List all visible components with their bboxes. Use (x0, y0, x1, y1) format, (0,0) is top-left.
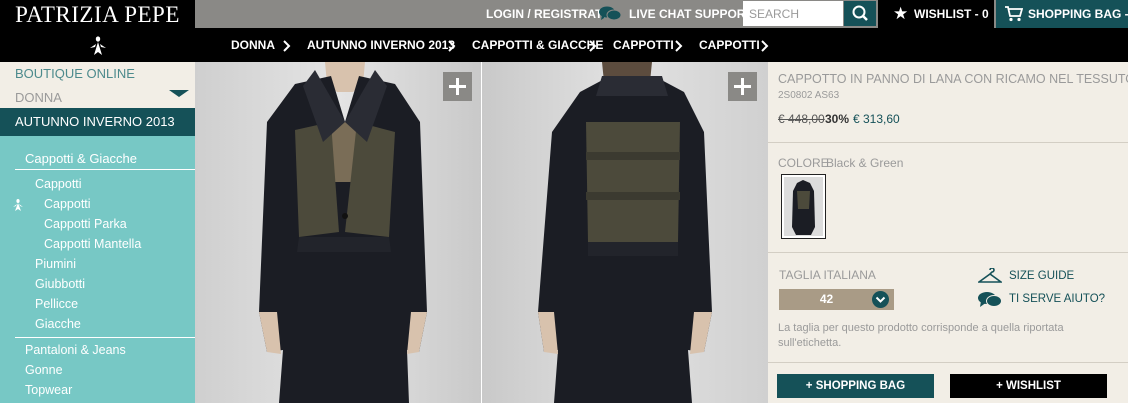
sidebar-item-cappotti-giacche[interactable]: Cappotti & Giacche (25, 151, 137, 166)
color-value: Black & Green (826, 156, 904, 170)
sidebar-subitem-cappotti-parka[interactable]: Cappotti Parka (44, 217, 127, 231)
chat-bubbles-icon (599, 6, 621, 21)
logo[interactable]: PATRIZIA PEPE (0, 0, 195, 62)
size-note: La taglia per questo prodotto corrispond… (778, 322, 1064, 349)
divider (768, 252, 1128, 253)
sidebar-item-pantaloni-jeans[interactable]: Pantaloni & Jeans (25, 343, 126, 357)
sidebar-subitem-cappotti-mantella[interactable]: Cappotti Mantella (44, 237, 141, 251)
product-details: CAPPOTTO IN PANNO DI LANA CON RICAMO NEL… (768, 62, 1128, 403)
zoom-plus-icon[interactable] (728, 72, 757, 101)
breadcrumb-item-donna[interactable]: DONNA (231, 28, 275, 62)
color-swatch[interactable] (781, 174, 826, 239)
breadcrumb-item-cappotti-current[interactable]: CAPPOTTI (699, 28, 760, 62)
product-image-back[interactable] (482, 62, 768, 403)
breadcrumb-item-season[interactable]: AUTUNNO INVERNO 2013 (307, 28, 455, 62)
size-label: TAGLIA ITALIANA (779, 268, 876, 282)
sidebar-subitem-piumini[interactable]: Piumini (35, 257, 76, 271)
add-to-bag-button[interactable]: + SHOPPING BAG (777, 374, 934, 398)
sidebar-item-topwear[interactable]: Topwear (25, 383, 72, 397)
original-price: € 448,00 (778, 112, 825, 126)
active-pointer-arrow (169, 90, 189, 97)
sidebar-item-season[interactable]: AUTUNNO INVERNO 2013 (0, 108, 195, 136)
chevron-right-icon (283, 40, 291, 52)
divider (768, 142, 1128, 143)
product-title: CAPPOTTO IN PANNO DI LANA CON RICAMO NEL… (778, 72, 1128, 86)
fly-marker-icon (13, 199, 23, 211)
star-icon: ★ (893, 4, 909, 23)
category-menu: Cappotti & Giacche Cappotti Cappotti Cap… (0, 136, 195, 403)
size-select-value: 42 (819, 292, 834, 306)
fly-logo-icon (90, 36, 106, 55)
zoom-plus-icon[interactable] (443, 72, 472, 101)
product-code: 2S0802 AS63 (778, 90, 840, 101)
wishlist-label: WISHLIST - 0 (914, 7, 989, 21)
plus-icon: + (996, 380, 1006, 392)
breadcrumb-item-cappotti[interactable]: CAPPOTTI (613, 28, 674, 62)
sidebar-subitem-cappotti[interactable]: Cappotti (35, 177, 82, 191)
coat-thumbnail (784, 177, 823, 236)
add-to-wishlist-label: WISHLIST (1005, 380, 1061, 392)
cart-icon (1005, 6, 1023, 22)
search-icon (852, 5, 868, 21)
top-bar: LOGIN / REGISTRATI LIVE CHAT SUPPORT ★ W… (195, 0, 1128, 28)
chevron-down-icon (872, 291, 889, 308)
sidebar: BOUTIQUE ONLINE DONNA AUTUNNO INVERNO 20… (0, 62, 195, 403)
breadcrumb-item-cappotti-giacche[interactable]: CAPPOTTI & GIACCHE (472, 28, 603, 62)
size-guide-label: SIZE GUIDE (1009, 270, 1075, 282)
hanger-icon (978, 268, 1002, 283)
color-label: COLORE (778, 156, 829, 170)
plus-icon: + (805, 380, 816, 392)
sidebar-subitem-pellicce[interactable]: Pellicce (35, 297, 78, 311)
shopping-bag-button[interactable]: SHOPPING BAG - 0 (996, 0, 1128, 28)
divider (15, 337, 195, 338)
add-to-wishlist-button[interactable]: + WISHLIST (950, 374, 1107, 398)
sidebar-subitem-giubbotti[interactable]: Giubbotti (35, 277, 85, 291)
chevron-right-icon (448, 40, 456, 52)
coat-front-illustration (195, 62, 481, 403)
breadcrumb: DONNA AUTUNNO INVERNO 2013 CAPPOTTI & GI… (195, 28, 1128, 62)
divider (768, 362, 1128, 363)
sidebar-subitem-giacche[interactable]: Giacche (35, 317, 81, 331)
help-label: TI SERVE AIUTO? (1009, 293, 1106, 305)
product-image-front[interactable] (195, 62, 481, 403)
search-button[interactable] (844, 1, 876, 26)
sidebar-subitem-cappotti-active[interactable]: Cappotti (44, 197, 91, 211)
shopping-bag-label: SHOPPING BAG - 0 (1028, 7, 1128, 21)
size-select[interactable]: 42 (779, 289, 894, 310)
wishlist-button[interactable]: ★ WISHLIST - 0 (878, 0, 994, 28)
chevron-right-icon (675, 40, 683, 52)
coat-back-illustration (482, 62, 768, 403)
chat-bubbles-icon (978, 292, 1002, 307)
chevron-right-icon (761, 40, 769, 52)
sale-price: € 313,60 (853, 112, 900, 126)
sidebar-item-boutique[interactable]: BOUTIQUE ONLINE (15, 66, 135, 81)
chevron-right-icon (589, 40, 597, 52)
sidebar-item-donna[interactable]: DONNA (15, 90, 62, 105)
login-link[interactable]: LOGIN / REGISTRATI (486, 0, 606, 28)
live-chat-link[interactable]: LIVE CHAT SUPPORT (629, 0, 753, 28)
discount-badge: 30% (825, 112, 850, 126)
logo-text: PATRIZIA PEPE (15, 2, 180, 27)
divider (15, 169, 195, 170)
sidebar-item-season-label: AUTUNNO INVERNO 2013 (15, 114, 175, 129)
sidebar-item-gonne[interactable]: Gonne (25, 363, 63, 377)
search-input[interactable] (743, 1, 843, 26)
add-to-bag-label: SHOPPING BAG (815, 380, 906, 392)
